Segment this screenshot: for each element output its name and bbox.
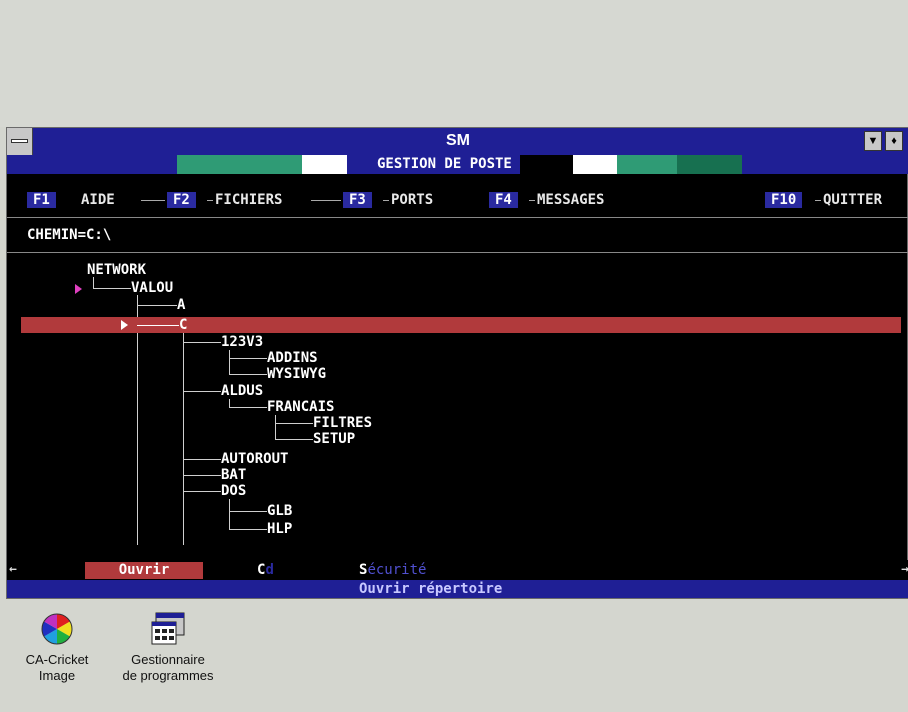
icon-label-line1: Gestionnaire bbox=[131, 652, 205, 667]
icon-label-line2: Image bbox=[38, 668, 76, 683]
tree-line bbox=[137, 325, 179, 326]
title-bar: SM ▼ ♦ bbox=[7, 128, 908, 155]
menu-divider bbox=[207, 200, 213, 201]
tree-line bbox=[275, 439, 313, 440]
tree-line bbox=[229, 407, 267, 408]
menu-quitter[interactable]: QUITTER bbox=[823, 189, 882, 211]
tree-node-glb[interactable]: GLB bbox=[267, 504, 292, 519]
securite-command[interactable]: Sécurité bbox=[359, 560, 426, 580]
band-segment bbox=[573, 155, 617, 174]
minimize-icon: ▼ bbox=[867, 135, 879, 147]
tree-node-setup[interactable]: SETUP bbox=[313, 432, 355, 447]
tree-node-aldus[interactable]: ALDUS bbox=[221, 384, 263, 399]
tree-node-dos[interactable]: DOS bbox=[221, 484, 246, 499]
f2-key[interactable]: F2 bbox=[167, 192, 196, 208]
band-title: GESTION DE POSTE bbox=[369, 155, 520, 174]
menu-divider bbox=[311, 200, 341, 201]
tree-node-hlp[interactable]: HLP bbox=[267, 522, 292, 537]
tree-line bbox=[229, 399, 230, 407]
tree-line bbox=[229, 350, 230, 374]
band-segment bbox=[677, 155, 742, 174]
f1-key[interactable]: F1 bbox=[27, 192, 56, 208]
desktop-background bbox=[0, 0, 908, 127]
band-segment bbox=[302, 155, 347, 174]
menu-divider bbox=[529, 200, 535, 201]
band-segment bbox=[177, 155, 247, 174]
band-segment bbox=[247, 155, 302, 174]
header-band: GESTION DE POSTE bbox=[7, 155, 908, 174]
network-marker-icon bbox=[75, 284, 82, 294]
separator-line bbox=[7, 217, 908, 218]
tree-line bbox=[183, 342, 221, 343]
separator-line bbox=[7, 252, 908, 253]
f10-key[interactable]: F10 bbox=[765, 192, 803, 208]
tree-node-francais[interactable]: FRANCAIS bbox=[267, 400, 334, 415]
tree-node-a[interactable]: A bbox=[177, 298, 185, 313]
desktop-background: CA-Cricket Image Gestionnaire de program… bbox=[0, 600, 908, 712]
band-segment bbox=[347, 155, 369, 174]
status-text: Ouvrir répertoire bbox=[359, 581, 503, 597]
tree-node-network[interactable]: NETWORK bbox=[87, 263, 146, 278]
icon-label-line1: CA-Cricket bbox=[25, 652, 89, 667]
path-display: CHEMIN=C:\ bbox=[27, 227, 112, 243]
sm-window: SM ▼ ♦ GESTION DE POSTE F1 AIDE F2 FICHI… bbox=[6, 127, 908, 599]
ouvrir-command[interactable]: Ouvrir bbox=[85, 562, 203, 579]
menu-divider bbox=[815, 200, 821, 201]
desktop-icon-ca-cricket[interactable]: CA-Cricket Image bbox=[22, 612, 92, 684]
band-segment bbox=[7, 155, 177, 174]
menu-divider bbox=[141, 200, 165, 201]
tree-line bbox=[229, 374, 267, 375]
desktop-icon-gestionnaire[interactable]: Gestionnaire de programmes bbox=[118, 612, 218, 684]
tree-line bbox=[229, 511, 267, 512]
window-title: SM bbox=[446, 132, 470, 149]
tree-line bbox=[137, 305, 177, 306]
minimize-button[interactable]: ▼ bbox=[864, 131, 882, 151]
tree-node-autorout[interactable]: AUTOROUT bbox=[221, 452, 288, 467]
command-bar: ← Ouvrir Cd Sécurité → bbox=[7, 560, 908, 580]
tree-line bbox=[275, 423, 313, 424]
scroll-right-icon[interactable]: → bbox=[901, 560, 908, 580]
tree-line bbox=[183, 391, 221, 392]
tree-line bbox=[229, 358, 267, 359]
menu-messages[interactable]: MESSAGES bbox=[537, 189, 604, 211]
restore-icon: ♦ bbox=[891, 135, 897, 147]
tree-line bbox=[229, 529, 267, 530]
band-segment bbox=[742, 155, 908, 174]
band-segment bbox=[617, 155, 677, 174]
tree-node-bat[interactable]: BAT bbox=[221, 468, 246, 483]
tree-node-valou[interactable]: VALOU bbox=[131, 281, 173, 296]
tree-line bbox=[93, 277, 94, 288]
tree-node-filtres[interactable]: FILTRES bbox=[313, 416, 372, 431]
tree-line bbox=[183, 333, 184, 545]
f3-key[interactable]: F3 bbox=[343, 192, 372, 208]
program-manager-icon bbox=[151, 612, 185, 645]
securite-command-rest: écurité bbox=[367, 562, 427, 578]
selection-marker-icon bbox=[121, 320, 128, 330]
tree-line bbox=[183, 459, 221, 460]
scroll-left-icon[interactable]: ← bbox=[9, 560, 17, 580]
menu-fichiers[interactable]: FICHIERS bbox=[215, 189, 282, 211]
menu-divider bbox=[383, 200, 389, 201]
color-wheel-icon bbox=[41, 613, 73, 645]
menu-ports[interactable]: PORTS bbox=[391, 189, 433, 211]
tree-line bbox=[183, 475, 221, 476]
restore-button[interactable]: ♦ bbox=[885, 131, 903, 151]
directory-tree: NETWORK VALOU A C 123V3 ADDINS WYSIWYG A… bbox=[7, 255, 908, 551]
tree-node-wysiwyg[interactable]: WYSIWYG bbox=[267, 367, 326, 382]
cd-command[interactable]: Cd bbox=[257, 560, 274, 580]
f4-key[interactable]: F4 bbox=[489, 192, 518, 208]
tree-node-addins[interactable]: ADDINS bbox=[267, 351, 318, 366]
tree-line bbox=[275, 415, 276, 439]
cd-command-d: d bbox=[265, 562, 274, 578]
menu-aide[interactable]: AIDE bbox=[81, 189, 115, 211]
icon-label-line2: de programmes bbox=[122, 668, 214, 683]
tree-node-123v3[interactable]: 123V3 bbox=[221, 335, 263, 350]
tree-node-c[interactable]: C bbox=[179, 318, 187, 333]
tree-line bbox=[183, 491, 221, 492]
tree-line bbox=[229, 499, 230, 529]
status-bar: Ouvrir répertoire bbox=[7, 580, 908, 598]
function-key-menu: F1 AIDE F2 FICHIERS F3 PORTS F4 MESSAGES… bbox=[7, 189, 908, 211]
tree-line bbox=[93, 288, 131, 289]
